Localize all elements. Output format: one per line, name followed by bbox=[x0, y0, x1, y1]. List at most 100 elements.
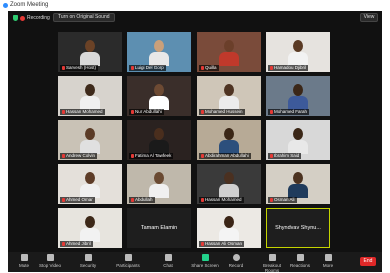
participant-tile[interactable]: Mohamed Farah bbox=[266, 76, 330, 116]
participant-head bbox=[154, 40, 164, 52]
muted-mic-icon bbox=[62, 110, 65, 114]
zoom-logo-icon bbox=[3, 3, 8, 8]
participant-name-label: Andrew Colvin bbox=[60, 153, 98, 159]
participant-video bbox=[288, 172, 308, 198]
participant-head bbox=[224, 128, 234, 140]
participant-body bbox=[219, 140, 239, 154]
participant-name-label: Abdullah bbox=[129, 197, 155, 203]
muted-mic-icon bbox=[131, 66, 134, 70]
toolbar-button-breakout-rooms[interactable]: Breakout Rooms bbox=[256, 254, 288, 273]
participant-body bbox=[80, 228, 100, 242]
toolbar-button-mute[interactable]: Mute bbox=[12, 254, 36, 271]
chat-icon bbox=[164, 254, 172, 261]
participant-body bbox=[80, 140, 100, 154]
toolbar-button-security[interactable]: Security bbox=[76, 254, 100, 271]
participant-video bbox=[219, 172, 239, 198]
participant-name: Hassan Ali Osman bbox=[205, 241, 243, 246]
participant-head bbox=[85, 216, 95, 228]
participant-body bbox=[80, 52, 100, 66]
participant-head bbox=[224, 40, 234, 52]
toolbar-label: Record bbox=[228, 263, 244, 268]
participant-video bbox=[288, 84, 308, 110]
toolbar-button-reactions[interactable]: Reactions bbox=[288, 254, 312, 271]
muted-mic-icon bbox=[62, 66, 65, 70]
participant-name-label: Nur Abdullahi bbox=[129, 109, 164, 115]
toolbar-button-chat[interactable]: Chat bbox=[156, 254, 180, 271]
toolbar-button-participants[interactable]: Participants bbox=[116, 254, 140, 271]
participant-video bbox=[149, 40, 169, 66]
participant-name: Hassan Mohamed bbox=[205, 197, 242, 202]
participant-head bbox=[293, 172, 303, 184]
muted-mic-icon bbox=[62, 242, 65, 246]
participant-tile[interactable]: Hamadou Djibril bbox=[266, 32, 330, 72]
toolbar-button-more[interactable]: More bbox=[316, 254, 340, 271]
participant-name-label: Ibrahim Said bbox=[268, 153, 302, 159]
participant-video bbox=[80, 40, 100, 66]
active-speaker-tile[interactable]: Shyndvav Shynu... bbox=[266, 208, 330, 248]
participant-name-label: Hassan Mohamed bbox=[60, 109, 105, 115]
toolbar-button-stop-video[interactable]: Stop Video bbox=[38, 254, 62, 271]
encryption-shield-icon bbox=[13, 15, 18, 21]
participants-icon bbox=[124, 254, 132, 261]
participant-video bbox=[80, 216, 100, 242]
muted-mic-icon bbox=[131, 110, 134, 114]
participant-body bbox=[149, 184, 169, 198]
participant-tile[interactable]: Abdirahman Abdullahi bbox=[197, 120, 261, 160]
participant-video bbox=[149, 84, 169, 110]
participant-name-label: Mohamed Hussein bbox=[199, 109, 245, 115]
participant-head bbox=[224, 216, 234, 228]
participant-name: Ahmed Omar bbox=[66, 197, 93, 202]
participant-video bbox=[219, 84, 239, 110]
participant-name: Hassan Mohamed bbox=[66, 109, 103, 114]
recording-label: Recording bbox=[27, 15, 50, 21]
participant-name-label: Hassan Ali Osman bbox=[199, 241, 245, 247]
participant-tile[interactable]: Ahmed Omar bbox=[58, 164, 122, 204]
participant-tile[interactable]: Quilla bbox=[197, 32, 261, 72]
participant-head bbox=[154, 172, 164, 184]
muted-mic-icon bbox=[270, 110, 273, 114]
participant-tile[interactable]: Mohamed Hussein bbox=[197, 76, 261, 116]
participant-tile[interactable]: Osman Ali bbox=[266, 164, 330, 204]
participant-tile[interactable]: Ahmed Jibril bbox=[58, 208, 122, 248]
participant-tile[interactable]: Ibrahim Said bbox=[266, 120, 330, 160]
participant-name: Quilla bbox=[205, 65, 217, 70]
participant-body bbox=[149, 140, 169, 154]
toolbar-button-share-screen[interactable]: Share Screen bbox=[190, 254, 220, 271]
muted-mic-icon bbox=[201, 198, 204, 202]
participant-name-label: Ahmed Jibril bbox=[60, 241, 93, 247]
participant-tile[interactable]: Hassan Ali Osman bbox=[197, 208, 261, 248]
view-button[interactable]: View bbox=[360, 13, 378, 22]
participant-tile[interactable]: Abdullah bbox=[127, 164, 191, 204]
participant-tile[interactable]: Hassan Mohamed bbox=[197, 164, 261, 204]
participant-name: Shyndvav Shynu... bbox=[275, 225, 321, 231]
participant-name-label: Hamadou Djibril bbox=[268, 65, 309, 71]
participant-tile[interactable]: Nur Abdullahi bbox=[127, 76, 191, 116]
meeting-toolbar: Mute Stop Video Security Participants Chat Sh… bbox=[8, 252, 382, 273]
participant-tile[interactable]: Luigi Del Gorp bbox=[127, 32, 191, 72]
participant-tile[interactable]: Andrew Colvin bbox=[58, 120, 122, 160]
original-sound-button[interactable]: Turn on Original Sound bbox=[53, 13, 115, 22]
toolbar-label: More bbox=[322, 263, 334, 268]
participant-tile[interactable]: Fatima Al Tawfeek bbox=[127, 120, 191, 160]
end-meeting-button[interactable]: End bbox=[360, 257, 376, 266]
participant-name: Mohamed Hussein bbox=[205, 109, 243, 114]
participant-name: Luigi Del Gorp bbox=[135, 65, 164, 70]
participant-body bbox=[149, 96, 169, 110]
toolbar-button-record[interactable]: Record bbox=[224, 254, 248, 271]
participant-tile[interactable]: Hassan Mohamed bbox=[58, 76, 122, 116]
participant-name-label: Mohamed Farah bbox=[268, 109, 310, 115]
window-title: Zoom Meeting bbox=[10, 2, 49, 8]
participant-video bbox=[219, 40, 239, 66]
participant-tile-no-video[interactable]: Tamam Elamin bbox=[127, 208, 191, 248]
participant-body bbox=[219, 228, 239, 242]
participant-body bbox=[288, 52, 308, 66]
participant-name-label: Quilla bbox=[199, 65, 219, 71]
participant-name: Nur Abdullahi bbox=[135, 109, 162, 114]
participant-name-label: Abdirahman Abdullahi bbox=[199, 153, 251, 159]
participant-body bbox=[219, 184, 239, 198]
participant-tile[interactable]: Sarvesh (Host) bbox=[58, 32, 122, 72]
participant-head bbox=[224, 84, 234, 96]
participant-body bbox=[80, 184, 100, 198]
participant-name-label: Fatima Al Tawfeek bbox=[129, 153, 174, 159]
record-icon bbox=[232, 254, 240, 261]
